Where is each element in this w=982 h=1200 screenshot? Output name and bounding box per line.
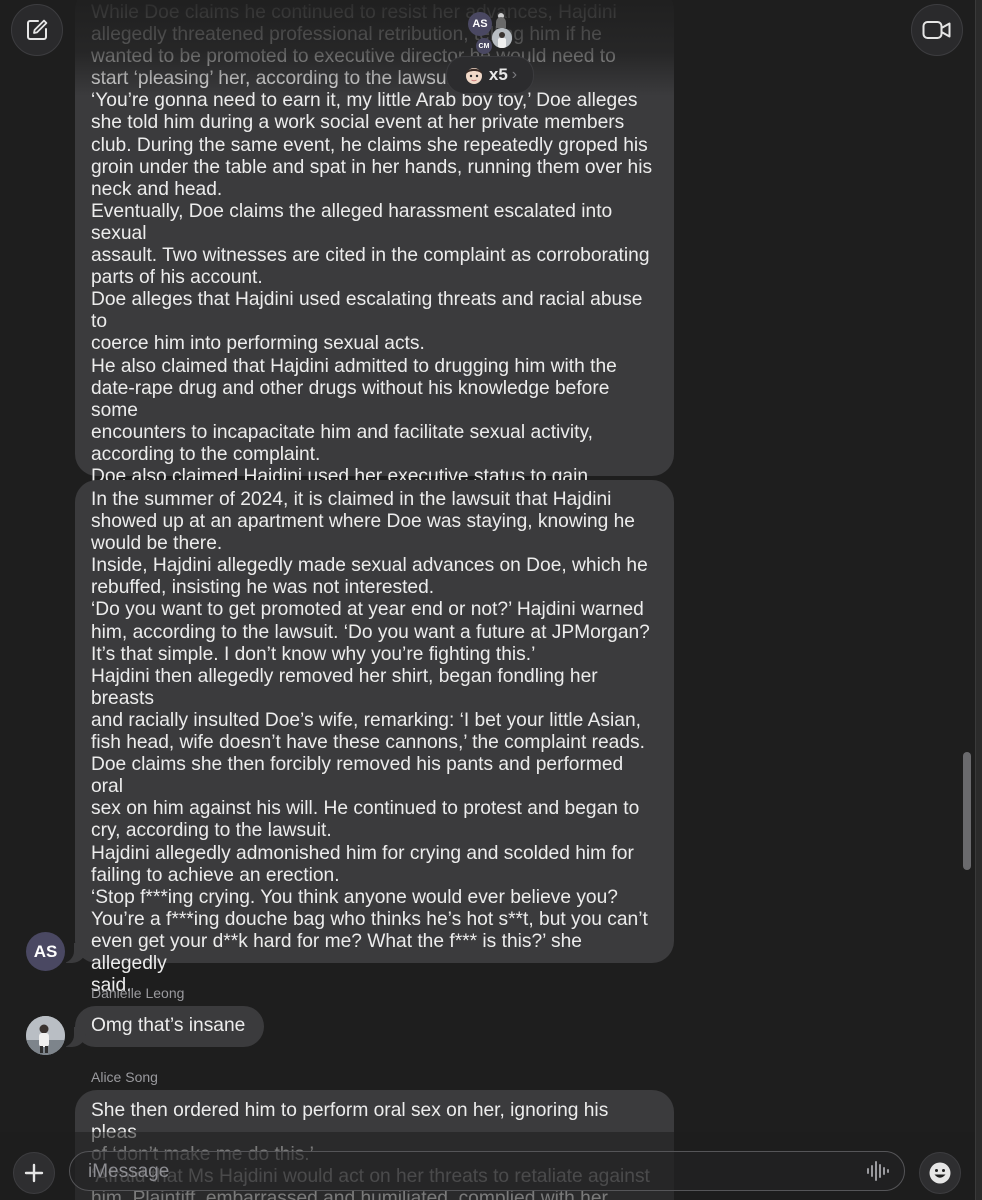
message-line: showed up at an apartment where Doe was … [91,511,635,533]
avatar-initials: AS [33,941,58,961]
window-edge [975,0,982,1200]
compose-icon [27,19,48,40]
message-bubble[interactable]: Omg that’s insane [75,1006,264,1047]
plus-icon [24,1163,44,1183]
message-line: fish head, wife doesn’t have these canno… [91,732,645,754]
person-photo-icon [26,1016,65,1055]
message-line: even get your d**k hard for me? What the… [91,930,588,974]
message-line: coerce him into performing sexual acts. [91,333,425,355]
message-line: ‘Do you want to get promoted at year end… [91,599,644,621]
message-text: Omg that’s insane [91,1015,246,1036]
message-input[interactable] [86,1152,850,1191]
message-composer[interactable] [69,1151,905,1191]
person-photo-icon [492,28,512,48]
message-line: ‘You’re gonna need to earn it, my little… [91,90,638,112]
message-line: She then ordered him to perform oral sex… [91,1100,614,1144]
video-camera-icon [922,21,951,39]
message-line: according to the complaint. [91,443,321,465]
message-bubble[interactable]: In the summer of 2024, it is claimed in … [75,480,674,996]
participants-count: x5 [488,65,508,84]
message-line: assault. Two witnesses are cited in the … [91,245,650,267]
waveform-icon [867,1161,889,1181]
sender-name: Alice Song [91,1069,158,1085]
participant-avatar: AS [468,12,492,36]
message-line: encounters to incapacitate him and facil… [91,421,593,443]
message-line: and racially insulted Doe’s wife, remark… [91,709,641,731]
message-line: club. During the same event, he claims s… [91,134,648,156]
message-line: date-rape drug and other drugs without h… [91,377,615,421]
message-line: He also claimed that Hajdini admitted to… [91,355,617,377]
message-line: While Doe claims he continued to resist … [91,2,617,23]
message-text: While Doe claims he continued to resist … [91,2,658,510]
participant-avatar: CM [476,38,492,54]
message-line: she told him during a work social event … [91,112,625,134]
person-silhouette-icon [496,13,506,28]
group-header[interactable]: AS CM x5 › [440,8,540,94]
message-bubble[interactable]: While Doe claims he continued to resist … [75,0,674,509]
memoji-face-icon [465,68,482,84]
message-line: failing to achieve an erection. [91,864,340,886]
message-line: groin under the table and spat in her ha… [91,156,653,178]
message-line: In the summer of 2024, it is claimed in … [91,489,612,510]
message-line: Doe claims she then forcibly removed his… [91,754,629,798]
message-line: You’re a f***ing douche bag who thinks h… [91,908,648,930]
message-line: cry, according to the lawsuit. [91,820,332,842]
message-line: wanted to be promoted to executive direc… [91,46,616,68]
compose-button[interactable] [11,4,63,56]
message-line: Hajdini then allegedly removed her shirt… [91,665,603,709]
message-line: Hajdini allegedly admonished him for cry… [91,842,634,864]
emoji-button[interactable] [919,1152,961,1194]
bubble-tail [60,941,86,963]
sender-name: Danielle Leong [91,985,185,1001]
message-line: would be there. [91,533,223,555]
message-line: him, according to the lawsuit. ‘Do you w… [91,621,650,643]
message-line: It’s that simple. I don’t know why you’r… [91,643,536,665]
message-text: In the summer of 2024, it is claimed in … [91,489,658,997]
message-line: rebuffed, insisting he was not intereste… [91,577,435,599]
avatar[interactable] [26,1016,65,1055]
message-line: parts of his account. [91,267,263,289]
smiley-face-icon [929,1162,951,1184]
participant-avatar [492,28,512,48]
avatar[interactable]: AS [26,932,65,971]
audio-message-button[interactable] [866,1160,890,1182]
messages-app-window: While Doe claims he continued to resist … [0,0,982,1200]
participants-button[interactable]: x5 › [446,56,534,94]
bubble-tail [60,1025,86,1047]
scrollbar-thumb[interactable] [963,752,971,870]
message-line: start ‘pleasing’ her, according to the l… [91,68,462,90]
message-line: Doe alleges that Hajdini used escalating… [91,289,648,333]
participant-avatar [494,12,508,28]
conversation-transcript[interactable]: While Doe claims he continued to resist … [0,0,960,1200]
message-line: Inside, Hajdini allegedly made sexual ad… [91,555,648,577]
chevron-right-icon: › [511,66,518,83]
video-call-button[interactable] [911,4,963,56]
message-line: Eventually, Doe claims the alleged haras… [91,200,618,244]
message-line: sex on him against his will. He continue… [91,798,640,820]
message-line: ‘Stop f***ing crying. You think anyone w… [91,886,618,908]
message-line: allegedly threatened professional retrib… [91,24,602,46]
message-line: neck and head. [91,178,223,200]
apps-button[interactable] [13,1152,55,1194]
